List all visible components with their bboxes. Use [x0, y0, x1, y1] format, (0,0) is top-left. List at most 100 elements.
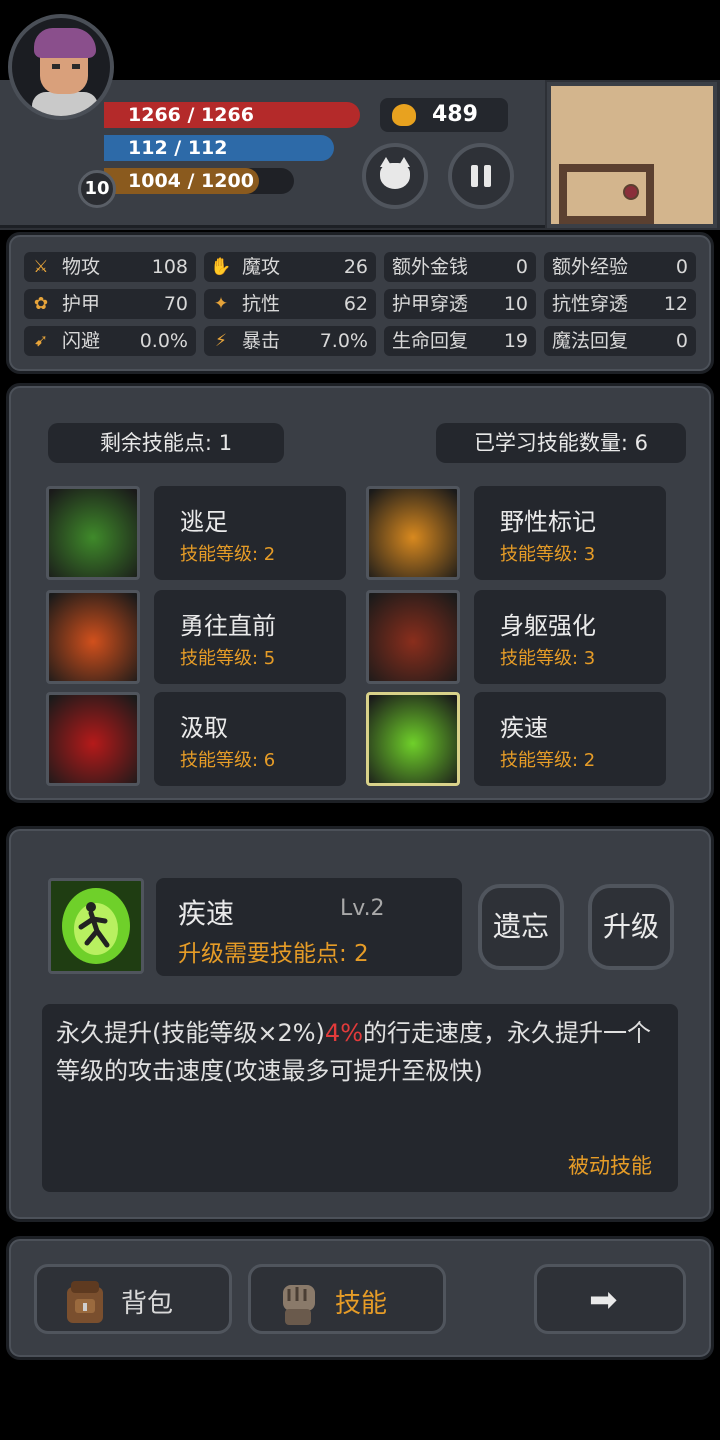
- fist-icon: [283, 1285, 315, 1325]
- skill-tab-label: 技能: [335, 1289, 388, 1319]
- hp-value: 1266 / 1266: [128, 104, 254, 126]
- skill-level: 技能等级: 5: [180, 648, 276, 669]
- stat-9: ➹ 闪避 0.0%: [24, 326, 196, 356]
- remaining-skill-points: 剩余技能点: 1: [48, 423, 284, 463]
- skill-name: 野性标记: [500, 508, 596, 536]
- skill-detail-name: 疾速: [178, 897, 235, 930]
- skill-description-box: 永久提升(技能等级×2%)4%的行走速度，永久提升一个等级的攻击速度(攻速最多可…: [42, 1004, 678, 1192]
- forget-button[interactable]: 遗忘: [478, 884, 564, 970]
- running-icon: ➹: [33, 331, 49, 351]
- stat-label: 额外经验: [552, 256, 629, 278]
- stat-label: 生命回复: [392, 330, 469, 352]
- skill-name: 汲取: [180, 714, 228, 742]
- arrow-right-icon: ➡: [589, 1280, 618, 1320]
- avatar-shirt: [32, 92, 98, 116]
- skill-detail-level: Lv.2: [340, 896, 385, 921]
- stat-label: 护甲: [62, 293, 101, 315]
- next-button[interactable]: ➡: [534, 1264, 686, 1334]
- pause-icon: [484, 165, 491, 187]
- stat-value: 7.0%: [319, 330, 368, 352]
- backpack-icon: [67, 1281, 103, 1323]
- player-marker-icon: [623, 184, 639, 200]
- skill-level: 技能等级: 3: [500, 544, 596, 565]
- gold-value: 489: [432, 102, 478, 127]
- stat-value: 0: [675, 256, 688, 278]
- skill-name: 逃足: [180, 508, 228, 536]
- stat-value: 12: [663, 293, 688, 315]
- skill-card[interactable]: 勇往直前技能等级: 5: [154, 590, 346, 684]
- minimap[interactable]: [547, 82, 717, 228]
- skill-card[interactable]: 身躯强化 技能等级: 3: [474, 590, 666, 684]
- xp-value: 1004 / 1200: [128, 170, 254, 192]
- stat-label: 护甲穿透: [392, 293, 469, 315]
- learned-skill-count: 已学习技能数量: 6: [436, 423, 686, 463]
- description-text: 永久提升(技能等级×2%): [56, 1019, 325, 1047]
- gold-coin-icon: [392, 104, 416, 126]
- skill-description: 永久提升(技能等级×2%)4%的行走速度，永久提升一个等级的攻击速度(攻速最多可…: [56, 1014, 666, 1090]
- stat-value: 10: [503, 293, 528, 315]
- pause-button[interactable]: [448, 143, 514, 209]
- stat-2: ✋ 魔攻 26: [204, 252, 376, 282]
- stat-4: 额外经验 0: [544, 252, 696, 282]
- stat-value: 26: [343, 256, 368, 278]
- stat-12: 魔法回复 0: [544, 326, 696, 356]
- stat-value: 0: [515, 256, 528, 278]
- skill-name: 勇往直前: [180, 612, 276, 640]
- stat-label: 抗性: [242, 293, 281, 315]
- upgrade-cost: 升级需要技能点: 2: [178, 941, 369, 967]
- stat-value: 108: [151, 256, 188, 278]
- avatar-eye: [72, 64, 80, 69]
- sprint-icon[interactable]: [366, 692, 460, 786]
- skill-level: 技能等级: 2: [180, 544, 276, 565]
- stat-label: 魔法回复: [552, 330, 629, 352]
- stat-8: 抗性穿透 12: [544, 289, 696, 319]
- stat-1: ⚔ 物攻 108: [24, 252, 196, 282]
- stat-label: 暴击: [242, 330, 281, 352]
- stat-5: ✿ 护甲 70: [24, 289, 196, 319]
- bag-tab-label: 背包: [121, 1289, 174, 1319]
- skill-card[interactable]: 逃足技能等级: 2: [154, 486, 346, 580]
- hero-avatar[interactable]: [8, 14, 114, 120]
- blood-drop-icon[interactable]: [46, 692, 140, 786]
- flame-claw-icon[interactable]: [46, 590, 140, 684]
- vine-foot-icon[interactable]: [46, 486, 140, 580]
- cat-face-icon: [380, 157, 410, 189]
- xp-bar: 1004 / 1200: [104, 168, 259, 194]
- skill-level: 技能等级: 2: [500, 750, 596, 771]
- demon-body-icon[interactable]: [366, 590, 460, 684]
- stat-label: 额外金钱: [392, 256, 469, 278]
- stat-6: ✦ 抗性 62: [204, 289, 376, 319]
- stat-value: 19: [503, 330, 528, 352]
- stat-value: 62: [343, 293, 368, 315]
- stat-11: 生命回复 19: [384, 326, 536, 356]
- skill-card[interactable]: 汲取 技能等级: 6: [154, 692, 346, 786]
- description-highlight: 4%: [324, 1019, 363, 1047]
- upgrade-button[interactable]: 升级: [588, 884, 674, 970]
- paw-icon: ✿: [33, 294, 49, 314]
- gold-counter: 489: [380, 98, 508, 132]
- sword-icon: ⚔: [33, 257, 49, 277]
- bag-tab[interactable]: 背包: [34, 1264, 232, 1334]
- avatar-eye: [52, 64, 60, 69]
- stat-3: 额外金钱 0: [384, 252, 536, 282]
- skill-card[interactable]: 野性标记技能等级: 3: [474, 486, 666, 580]
- magic-hand-icon: ✋: [210, 257, 232, 277]
- sprint-icon: [48, 878, 144, 974]
- skill-type: 被动技能: [568, 1154, 652, 1178]
- paw-print-icon[interactable]: [366, 486, 460, 580]
- pet-button[interactable]: [362, 143, 428, 209]
- hp-bar: 1266 / 1266: [104, 102, 360, 128]
- muscle-icon: ✦: [213, 294, 229, 314]
- skill-level: 技能等级: 3: [500, 648, 596, 669]
- stat-label: 物攻: [62, 256, 101, 278]
- level-badge: 10: [78, 170, 116, 208]
- skill-tab[interactable]: 技能: [248, 1264, 446, 1334]
- minimap-room: [559, 164, 654, 224]
- stat-label: 抗性穿透: [552, 293, 629, 315]
- stat-label: 魔攻: [242, 256, 281, 278]
- skill-card[interactable]: 疾速技能等级: 2: [474, 692, 666, 786]
- skill-name: 疾速: [500, 714, 548, 742]
- mp-value: 112 / 112: [128, 137, 228, 159]
- stat-10: ⚡ 暴击 7.0%: [204, 326, 376, 356]
- stat-value: 0: [675, 330, 688, 352]
